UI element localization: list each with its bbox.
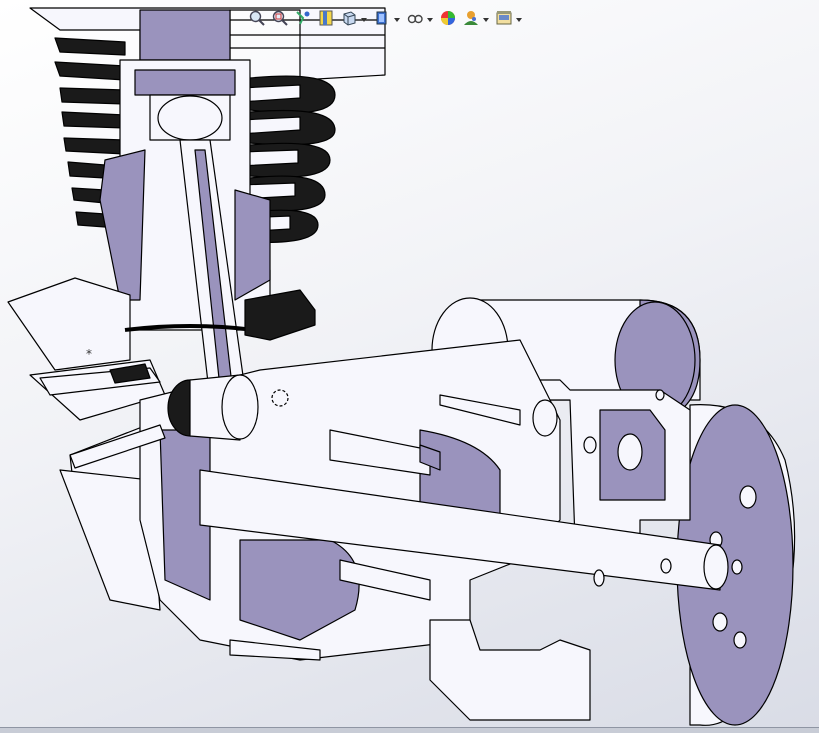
hide-show-items-dropdown[interactable] xyxy=(427,7,436,29)
edit-appearance-icon xyxy=(441,11,455,25)
heads-up-view-toolbar xyxy=(246,6,525,30)
zoom-to-fit-icon xyxy=(249,10,265,26)
view-orientation-button[interactable] xyxy=(338,7,360,29)
zoom-to-fit-button[interactable] xyxy=(246,7,268,29)
section-view-button[interactable] xyxy=(315,7,337,29)
cylinder-body xyxy=(99,59,271,331)
hide-show-items-button[interactable] xyxy=(404,7,426,29)
display-style-dropdown[interactable] xyxy=(394,7,403,29)
view-settings-icon xyxy=(496,11,512,25)
view-orientation-dropdown[interactable] xyxy=(361,7,370,29)
graphics-area[interactable]: * xyxy=(0,0,819,733)
view-settings-button[interactable] xyxy=(493,7,515,29)
previous-view-button[interactable] xyxy=(292,7,314,29)
zoom-to-area-button[interactable] xyxy=(269,7,291,29)
edit-appearance-button[interactable] xyxy=(437,7,459,29)
display-style-button[interactable] xyxy=(371,7,393,29)
engine-section-model[interactable]: * xyxy=(0,0,819,733)
crank-pin xyxy=(167,374,259,441)
section-view-icon xyxy=(319,10,333,26)
window-bottom-border xyxy=(0,727,819,733)
previous-view-icon xyxy=(296,11,310,25)
view-orientation-icon xyxy=(343,11,356,26)
apply-scene-icon xyxy=(464,11,478,25)
display-style-icon xyxy=(376,11,387,25)
mount-lug xyxy=(244,289,316,341)
apply-scene-button[interactable] xyxy=(460,7,482,29)
zoom-to-area-icon xyxy=(272,10,288,26)
apply-scene-dropdown[interactable] xyxy=(483,7,492,29)
view-settings-dropdown[interactable] xyxy=(516,7,525,29)
hide-show-items-icon xyxy=(407,14,423,24)
origin-marker: * xyxy=(86,347,92,361)
